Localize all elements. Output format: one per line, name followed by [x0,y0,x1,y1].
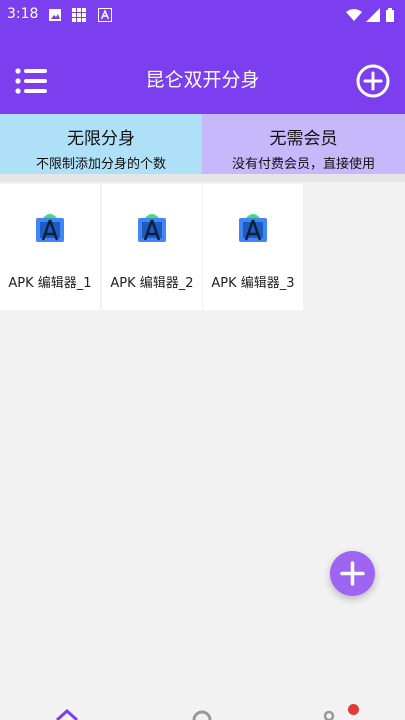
plus-icon [340,561,365,586]
banner-subtitle: 不限制添加分身的个数 [35,157,166,172]
app-item[interactable]: APK 编辑器_3 [203,184,303,310]
android-studio-icon [239,214,267,242]
page-title: 昆仑双开分身 [145,69,260,91]
android-studio-icon [138,214,166,242]
android-studio-icon [36,214,64,242]
status-time: 3:18 [7,6,39,22]
app-bar: 昆仑双开分身 [0,30,405,114]
grid-icon [72,8,86,22]
add-circle-icon[interactable] [356,64,390,98]
banner-title: 无限分身 [67,129,135,149]
banner-unlimited-clones[interactable]: 无限分身 不限制添加分身的个数 [0,114,202,174]
status-bar: 3:18 [0,0,405,30]
add-fab-button[interactable] [330,551,375,596]
text-a-icon [98,8,112,22]
app-label: APK 编辑器_2 [110,276,194,291]
profile-icon[interactable] [322,710,336,720]
battery-icon [386,8,394,22]
app-label: APK 编辑器_1 [8,276,92,291]
feature-banners: 无限分身 不限制添加分身的个数 无需会员 没有付费会员，直接使用 [0,114,405,174]
banner-no-membership[interactable]: 无需会员 没有付费会员，直接使用 [202,114,405,174]
banner-title: 无需会员 [269,129,338,149]
home-icon[interactable] [55,709,79,720]
app-item[interactable]: APK 编辑器_1 [0,184,100,310]
image-icon [49,9,61,21]
bottom-nav [0,704,405,720]
wifi-icon [346,9,362,21]
app-grid: APK 编辑器_1 APK 编辑器_2 APK 编辑器_3 [0,184,405,310]
notification-dot [348,704,359,715]
divider [0,174,405,182]
app-item[interactable]: APK 编辑器_2 [102,184,202,310]
app-label: APK 编辑器_3 [211,276,295,291]
signal-icon [366,8,380,22]
search-icon[interactable] [190,710,214,720]
banner-subtitle: 没有付费会员，直接使用 [231,157,375,172]
